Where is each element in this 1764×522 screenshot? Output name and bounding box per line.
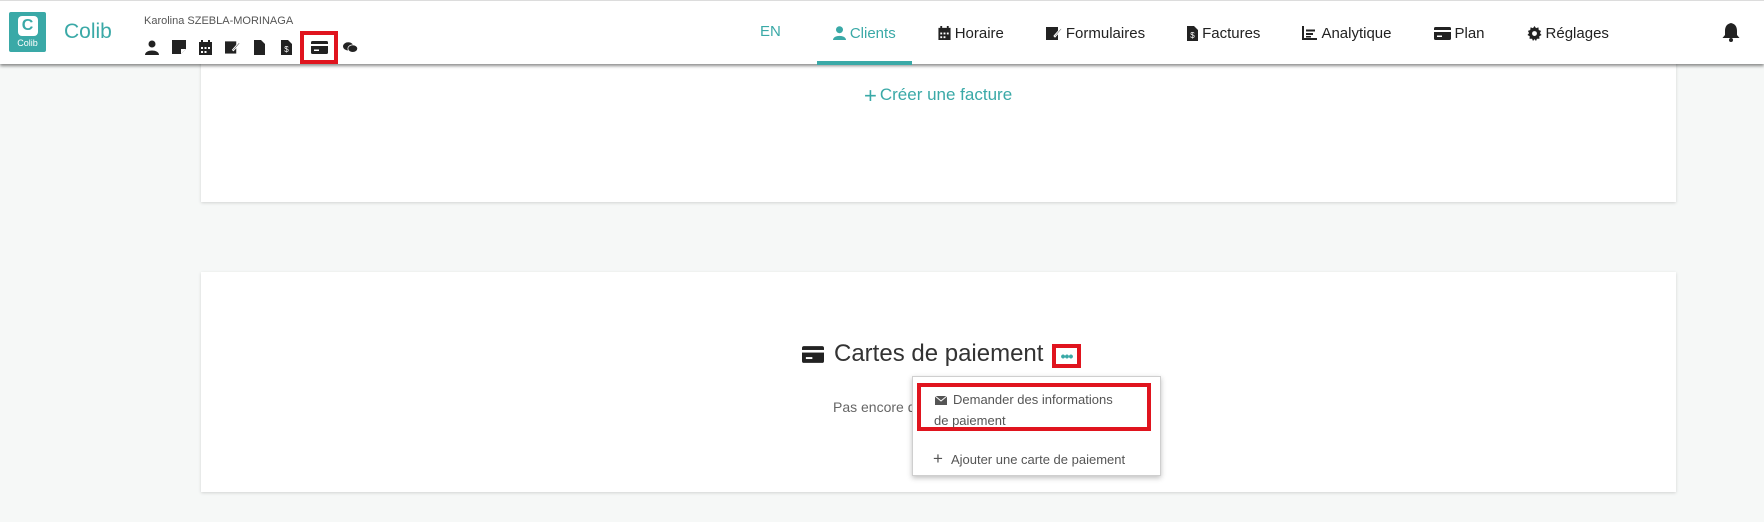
client-name: Karolina SZEBLA-MORINAGA	[144, 15, 294, 27]
invoice-card	[201, 60, 1676, 202]
brand-name[interactable]: Colib	[64, 20, 112, 44]
note-icon[interactable]	[171, 40, 186, 55]
nav-reglages[interactable]: Réglages	[1527, 1, 1609, 65]
chart-icon	[1302, 26, 1318, 40]
envelope-icon	[934, 391, 948, 411]
create-invoice-link[interactable]: + Créer une facture	[864, 82, 1013, 108]
nav-analytique-label: Analytique	[1321, 24, 1392, 42]
payment-options-dropdown: Demander des informations de paiement + …	[912, 376, 1161, 476]
nav-horaire-label: Horaire	[954, 24, 1004, 42]
add-payment-card-label: Ajouter une carte de paiement	[950, 451, 1126, 467]
calendar-icon	[938, 26, 951, 40]
more-options-button[interactable]: •••	[1052, 344, 1081, 368]
plus-icon: +	[864, 82, 877, 108]
svg-text:$: $	[1190, 31, 1195, 40]
gear-icon	[1527, 25, 1542, 41]
plus-icon: +	[933, 449, 943, 468]
payment-cards-title-text: Cartes de paiement	[834, 340, 1044, 367]
form-edit-icon	[1045, 26, 1062, 40]
create-invoice-label: Créer une facture	[879, 85, 1013, 104]
payment-cards-title: Cartes de paiement	[802, 340, 1043, 368]
logo-text: Colib	[17, 38, 38, 48]
credit-card-icon	[802, 345, 824, 363]
add-payment-card-item[interactable]: + Ajouter une carte de paiement	[933, 449, 1125, 469]
nav-factures-label: Factures	[1202, 24, 1261, 42]
bell-icon[interactable]	[1722, 23, 1740, 47]
nav-formulaires[interactable]: Formulaires	[1045, 1, 1146, 65]
nav-factures[interactable]: $ Factures	[1187, 1, 1260, 65]
nav-clients[interactable]: Clients	[816, 1, 912, 65]
request-payment-info-line1: Demander des informations	[953, 392, 1113, 407]
nav-analytique[interactable]: Analytique	[1302, 1, 1392, 65]
invoice-icon[interactable]: $	[279, 39, 294, 55]
empty-state-text: Pas encore d	[833, 399, 916, 415]
nav-plan-label: Plan	[1454, 24, 1485, 42]
form-edit-icon[interactable]	[225, 40, 240, 55]
request-payment-info-item[interactable]: Demander des informations de paiement	[917, 383, 1151, 431]
chat-icon[interactable]	[343, 40, 358, 55]
user-icon[interactable]	[144, 40, 159, 55]
nav-formulaires-label: Formulaires	[1065, 24, 1146, 42]
language-toggle[interactable]: EN	[760, 23, 781, 40]
nav-plan[interactable]: Plan	[1433, 1, 1485, 65]
client-quick-actions: $	[144, 30, 370, 64]
main-nav: EN Clients Horaire Formulaires $ Facture…	[760, 1, 1651, 65]
colib-logo[interactable]: C Colib	[9, 12, 46, 52]
file-icon[interactable]	[252, 39, 267, 55]
user-icon	[832, 26, 846, 40]
nav-clients-label: Clients	[849, 24, 896, 42]
nav-reglages-label: Réglages	[1545, 24, 1609, 42]
request-payment-info-line2: de paiement	[934, 412, 1006, 428]
top-bar: C Colib Colib Karolina SZEBLA-MORINAGA $	[0, 0, 1764, 65]
invoice-icon: $	[1187, 25, 1199, 41]
nav-horaire[interactable]: Horaire	[938, 1, 1004, 65]
calendar-icon[interactable]	[198, 39, 213, 55]
credit-card-icon	[1433, 26, 1451, 40]
credit-card-icon[interactable]	[300, 30, 338, 64]
svg-text:$: $	[284, 45, 289, 54]
logo-c-mark: C	[17, 16, 38, 36]
